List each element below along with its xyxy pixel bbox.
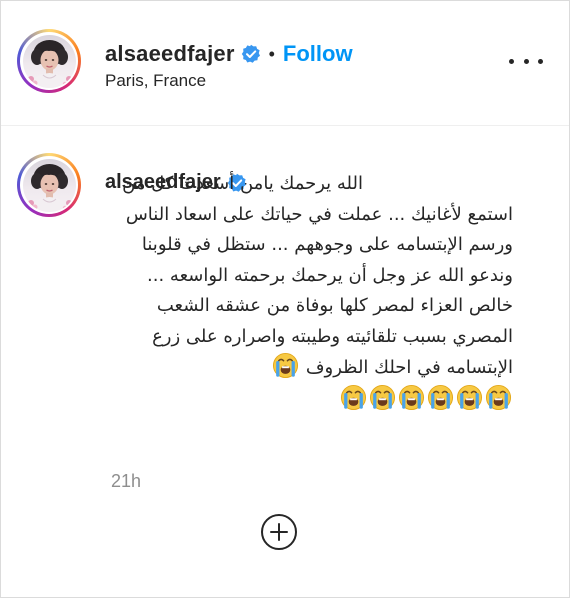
loudly-crying-face-icon	[340, 383, 367, 411]
header-username-row: alsaeedfajer • Follow	[105, 40, 353, 68]
caption-avatar[interactable]	[17, 153, 81, 217]
loudly-crying-face-icon	[427, 383, 454, 411]
emoji-group-inline	[271, 352, 300, 379]
header-username[interactable]: alsaeedfajer	[105, 41, 235, 67]
caption-text: الله يرحمك يامن أسعدت كل من استمع لأغاني…	[105, 169, 513, 415]
verified-badge-icon	[240, 44, 261, 64]
profile-photo	[22, 158, 76, 212]
loudly-crying-face-icon	[398, 383, 425, 411]
post-timestamp[interactable]: 21h	[111, 471, 141, 492]
location-link[interactable]: Paris, France	[105, 71, 206, 91]
plus-circle-icon[interactable]	[259, 512, 299, 552]
follow-button[interactable]: Follow	[283, 41, 353, 67]
more-options-icon[interactable]	[509, 49, 543, 73]
avatar[interactable]	[17, 29, 81, 93]
caption-body: الله يرحمك يامن أسعدت كل من استمع لأغاني…	[122, 173, 513, 378]
loudly-crying-face-icon	[456, 383, 483, 411]
loudly-crying-face-icon	[485, 383, 512, 411]
loudly-crying-face-icon	[272, 352, 300, 379]
emoji-group-trailing	[339, 383, 513, 411]
instagram-post: alsaeedfajer • Follow Paris, France alsa…	[0, 0, 570, 598]
loudly-crying-face-icon	[369, 383, 396, 411]
separator-dot: •	[268, 43, 275, 64]
post-header: alsaeedfajer • Follow Paris, France	[1, 1, 569, 126]
profile-photo	[22, 34, 76, 88]
